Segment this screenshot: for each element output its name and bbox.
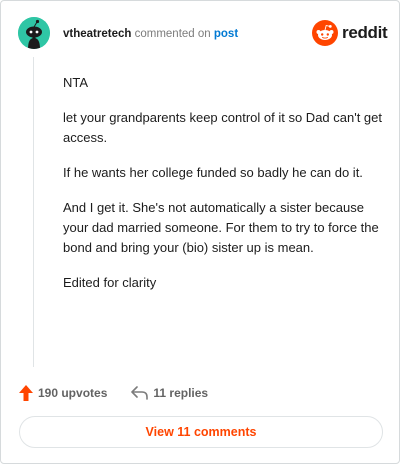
comment-paragraph: And I get it. She's not automatically a …: [63, 200, 379, 255]
comment-card: vtheatretech commented on post reddit NT…: [0, 0, 400, 464]
comment-header: vtheatretech commented on post: [63, 27, 238, 41]
comment-paragraph: If he wants her college funded so badly …: [63, 165, 363, 180]
thread-line[interactable]: [33, 57, 34, 367]
comment-paragraph: NTA: [63, 75, 89, 90]
comment-paragraph: let your grandparents keep control of it…: [63, 110, 383, 145]
reply-count: 11 replies: [153, 386, 209, 400]
comment-paragraph: Edited for clarity: [63, 275, 157, 290]
reply-arrow-icon: [131, 386, 149, 400]
upvote-count: 190 upvotes: [38, 386, 108, 400]
upvote-button[interactable]: 190 upvotes: [19, 385, 107, 401]
reddit-logo[interactable]: reddit: [312, 20, 388, 46]
reddit-wordmark: reddit: [342, 23, 388, 42]
post-link[interactable]: post: [214, 28, 238, 40]
upvote-arrow-icon: [19, 385, 33, 401]
commented-on-text: commented on: [134, 28, 211, 40]
reddit-logo-icon: [312, 20, 338, 46]
comment-body: NTA let your grandparents keep control o…: [63, 73, 385, 308]
username-link[interactable]: vtheatretech: [63, 28, 131, 40]
user-avatar[interactable]: [18, 17, 50, 49]
snoo-avatar-icon: [18, 17, 50, 49]
comment-actions: 190 upvotes 11 replies: [19, 383, 208, 403]
view-comments-button[interactable]: View 11 comments: [19, 416, 383, 448]
replies-button[interactable]: 11 replies: [131, 386, 208, 400]
